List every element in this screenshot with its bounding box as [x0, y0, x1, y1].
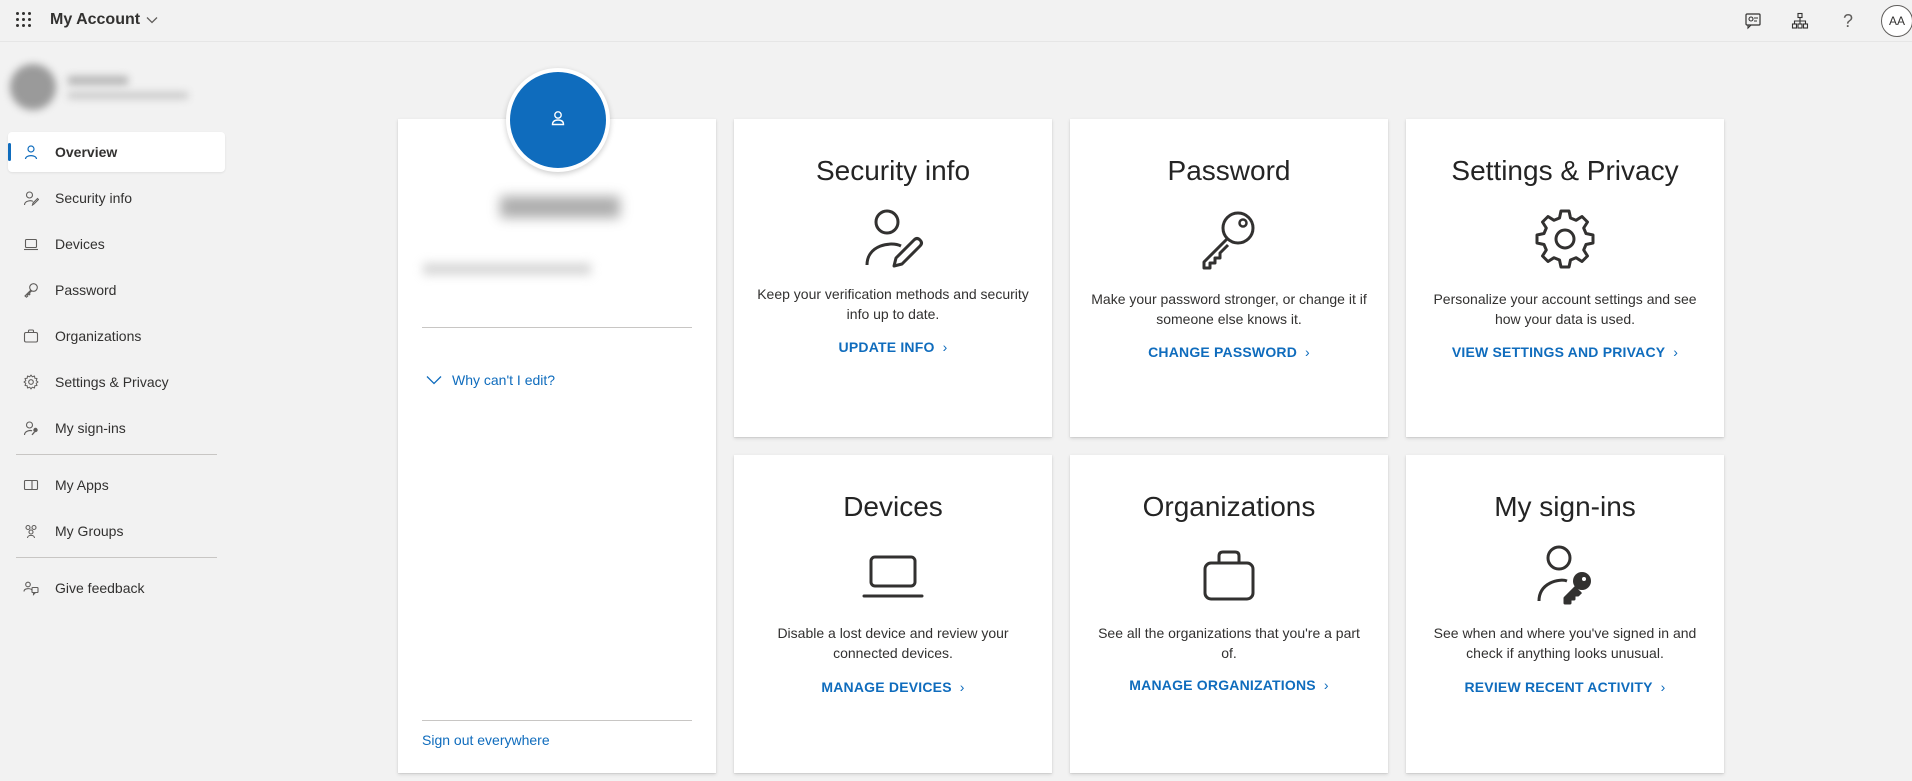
app-title-text: My Account — [50, 11, 141, 29]
chevron-down-icon — [146, 11, 158, 29]
user-avatar-button[interactable]: AA — [1881, 5, 1912, 37]
profile-email-redacted — [423, 263, 591, 275]
card-title: Security info — [815, 155, 971, 186]
card-description: See all the organizations that you're a … — [1098, 625, 1360, 661]
divider — [422, 720, 692, 721]
why-cant-i-edit-label: Why can't I edit? — [452, 372, 556, 388]
sidebar-item-my-sign-ins[interactable]: My sign-ins — [8, 408, 225, 448]
card-security-info: Security info Keep your verification met… — [734, 119, 1052, 437]
chevron-right-icon: › — [942, 339, 948, 355]
card-description: Disable a lost device and review your co… — [777, 625, 1009, 661]
sidebar-item-label: Devices — [55, 236, 105, 252]
laptop-icon — [22, 235, 40, 253]
card-organizations: Organizations See all the organizations … — [1070, 455, 1388, 773]
profile-name-redacted — [500, 196, 620, 218]
manage-organizations-link[interactable]: MANAGE ORGANIZATIONS › — [1070, 677, 1388, 693]
person-icon — [549, 109, 567, 132]
card-title: Devices — [843, 491, 943, 522]
card-title: Organizations — [1142, 491, 1316, 522]
divider — [16, 557, 217, 558]
sidebar-item-organizations[interactable]: Organizations — [8, 316, 225, 356]
person-key-icon — [1533, 541, 1597, 605]
divider — [16, 454, 217, 455]
org-chart-icon[interactable] — [1788, 9, 1812, 33]
sidebar-item-my-apps[interactable]: My Apps — [8, 465, 225, 505]
help-glyph: ? — [1842, 10, 1853, 31]
sidebar-item-password[interactable]: Password — [8, 270, 225, 310]
person-edit-icon — [22, 189, 40, 207]
card-description: Personalize your account settings and se… — [1433, 291, 1697, 327]
sign-out-everywhere-link[interactable]: Sign out everywhere — [422, 732, 550, 748]
user-initials: AA — [1888, 14, 1905, 28]
card-title: Settings & Privacy — [1451, 155, 1679, 186]
sidebar-item-my-groups[interactable]: My Groups — [8, 511, 225, 551]
laptop-icon — [861, 543, 925, 607]
link-label: REVIEW RECENT ACTIVITY — [1464, 679, 1653, 695]
sidebar-item-label: Password — [55, 282, 117, 298]
person-icon — [22, 143, 40, 161]
sidebar-item-label: Settings & Privacy — [55, 374, 169, 390]
manage-devices-link[interactable]: MANAGE DEVICES › — [734, 679, 1052, 695]
card-title: My sign-ins — [1494, 491, 1636, 522]
link-label: MANAGE ORGANIZATIONS — [1129, 677, 1316, 693]
card-description: Keep your verification methods and secur… — [757, 286, 1029, 322]
gear-icon — [22, 373, 40, 391]
key-icon — [1197, 207, 1261, 271]
sidebar-item-label: Overview — [55, 144, 118, 160]
feedback-icon — [22, 579, 40, 597]
sidebar-item-devices[interactable]: Devices — [8, 224, 225, 264]
sidebar-item-label: Give feedback — [55, 580, 145, 596]
sidebar-item-label: My sign-ins — [55, 420, 126, 436]
card-my-sign-ins: My sign-ins See when and where you've si… — [1406, 455, 1724, 773]
card-settings-privacy: Settings & Privacy Personalize your acco… — [1406, 119, 1724, 437]
people-icon — [22, 522, 40, 540]
chevron-right-icon: › — [1323, 677, 1329, 693]
user-email-redacted — [68, 92, 188, 99]
chevron-right-icon: › — [1673, 344, 1679, 360]
link-label: MANAGE DEVICES — [821, 679, 952, 695]
link-label: UPDATE INFO — [838, 339, 935, 355]
sidebar-item-label: Security info — [55, 190, 133, 206]
link-label: CHANGE PASSWORD — [1148, 344, 1298, 360]
sidebar-item-security-info[interactable]: Security info — [8, 178, 225, 218]
chevron-right-icon: › — [1305, 344, 1310, 360]
sidebar-item-label: My Groups — [55, 523, 124, 539]
why-cant-i-edit-link[interactable]: Why can't I edit? — [426, 372, 555, 388]
briefcase-icon — [1197, 543, 1261, 607]
review-recent-activity-link[interactable]: REVIEW RECENT ACTIVITY › — [1406, 679, 1724, 695]
sidebar-item-label: My Apps — [55, 477, 109, 493]
app-title[interactable]: My Account — [50, 11, 158, 29]
top-bar: My Account ? AA — [0, 0, 1912, 42]
card-description: See when and where you've signed in and … — [1433, 625, 1697, 661]
chevron-right-icon: › — [1660, 679, 1666, 695]
person-key-icon — [22, 419, 40, 437]
key-icon — [22, 281, 40, 299]
sidebar-item-give-feedback[interactable]: Give feedback — [8, 568, 225, 608]
feedback-icon[interactable] — [1741, 9, 1765, 33]
sidebar-item-label: Organizations — [55, 328, 142, 344]
card-description: Make your password stronger, or change i… — [1091, 291, 1367, 327]
update-info-link[interactable]: UPDATE INFO › — [734, 339, 1052, 355]
card-title: Password — [1167, 155, 1291, 186]
view-settings-and-privacy-link[interactable]: VIEW SETTINGS AND PRIVACY › — [1406, 344, 1724, 360]
briefcase-icon — [22, 327, 40, 345]
chevron-down-icon — [426, 376, 442, 385]
change-password-link[interactable]: CHANGE PASSWORD › — [1070, 344, 1388, 360]
link-label: VIEW SETTINGS AND PRIVACY — [1451, 344, 1666, 360]
sidebar-nav: Overview Security info Devices Password … — [8, 132, 225, 614]
person-edit-icon — [861, 205, 925, 269]
apps-icon — [22, 476, 40, 494]
sidebar-item-overview[interactable]: Overview — [8, 132, 225, 172]
user-name-redacted — [68, 76, 128, 85]
card-password: Password Make your password stronger, or… — [1070, 119, 1388, 437]
sidebar-item-settings-privacy[interactable]: Settings & Privacy — [8, 362, 225, 402]
avatar — [10, 64, 56, 110]
divider — [422, 327, 692, 328]
gear-icon — [1533, 207, 1597, 271]
profile-avatar — [506, 68, 610, 172]
help-icon[interactable]: ? — [1836, 9, 1860, 33]
card-devices: Devices Disable a lost device and review… — [734, 455, 1052, 773]
app-launcher-icon[interactable] — [16, 12, 32, 28]
chevron-right-icon: › — [959, 679, 965, 695]
